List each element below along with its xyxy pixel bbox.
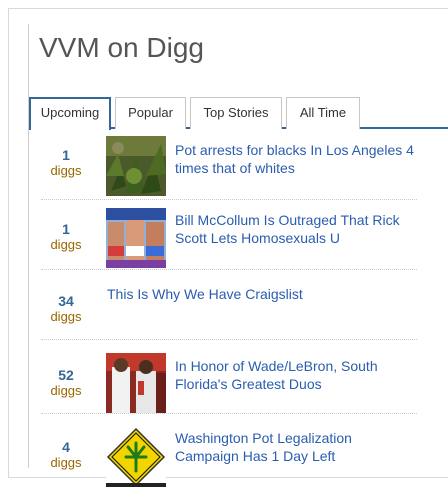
tab-bar: Upcoming Popular Top Stories All Time	[29, 73, 448, 130]
digg-count-number: 4	[62, 439, 70, 455]
tab-top-stories[interactable]: Top Stories	[190, 97, 282, 129]
row-divider	[41, 413, 417, 414]
marijuana-plants-photo	[106, 136, 166, 196]
row-divider	[41, 199, 417, 200]
digg-count[interactable]: 52 diggs	[41, 367, 91, 399]
story-thumbnail[interactable]	[106, 136, 166, 196]
tab-all-time[interactable]: All Time	[286, 97, 360, 129]
basketball-players-photo	[106, 353, 166, 413]
legalize-sign-photo	[106, 427, 166, 487]
digg-count-label: diggs	[50, 163, 82, 178]
tab-upcoming[interactable]: Upcoming	[29, 97, 111, 130]
story-thumbnail[interactable]	[106, 208, 166, 268]
digg-count[interactable]: 34 diggs	[41, 293, 91, 325]
digg-count-label: diggs	[50, 455, 82, 470]
story-link[interactable]: This Is Why We Have Craigslist	[107, 285, 417, 303]
digg-count-number: 52	[58, 367, 74, 383]
digg-widget: VVM on Digg Upcoming Popular Top Stories…	[28, 24, 448, 487]
digg-count-number: 1	[62, 221, 70, 237]
widget-title: VVM on Digg	[39, 32, 204, 63]
story-link[interactable]: Pot arrests for blacks In Los Angeles 4 …	[175, 141, 415, 177]
story-link[interactable]: Washington Pot Legalization Campaign Has…	[175, 429, 415, 465]
digg-count[interactable]: 1 diggs	[41, 147, 91, 179]
story-thumbnail[interactable]	[106, 353, 166, 413]
story-link[interactable]: Bill McCollum Is Outraged That Rick Scot…	[175, 211, 415, 247]
digg-count[interactable]: 1 diggs	[41, 221, 91, 253]
row-divider	[41, 339, 417, 340]
row-divider	[41, 269, 417, 270]
digg-count-label: diggs	[50, 383, 82, 398]
digg-count-label: diggs	[50, 237, 82, 252]
magazine-cover-photo	[106, 208, 166, 268]
digg-count[interactable]: 4 diggs	[41, 439, 91, 471]
digg-count-number: 1	[62, 147, 70, 163]
digg-count-label: diggs	[50, 309, 82, 324]
story-thumbnail[interactable]	[106, 427, 166, 487]
tab-popular[interactable]: Popular	[115, 97, 186, 129]
story-link[interactable]: In Honor of Wade/LeBron, South Florida's…	[175, 357, 415, 393]
digg-count-number: 34	[58, 293, 74, 309]
